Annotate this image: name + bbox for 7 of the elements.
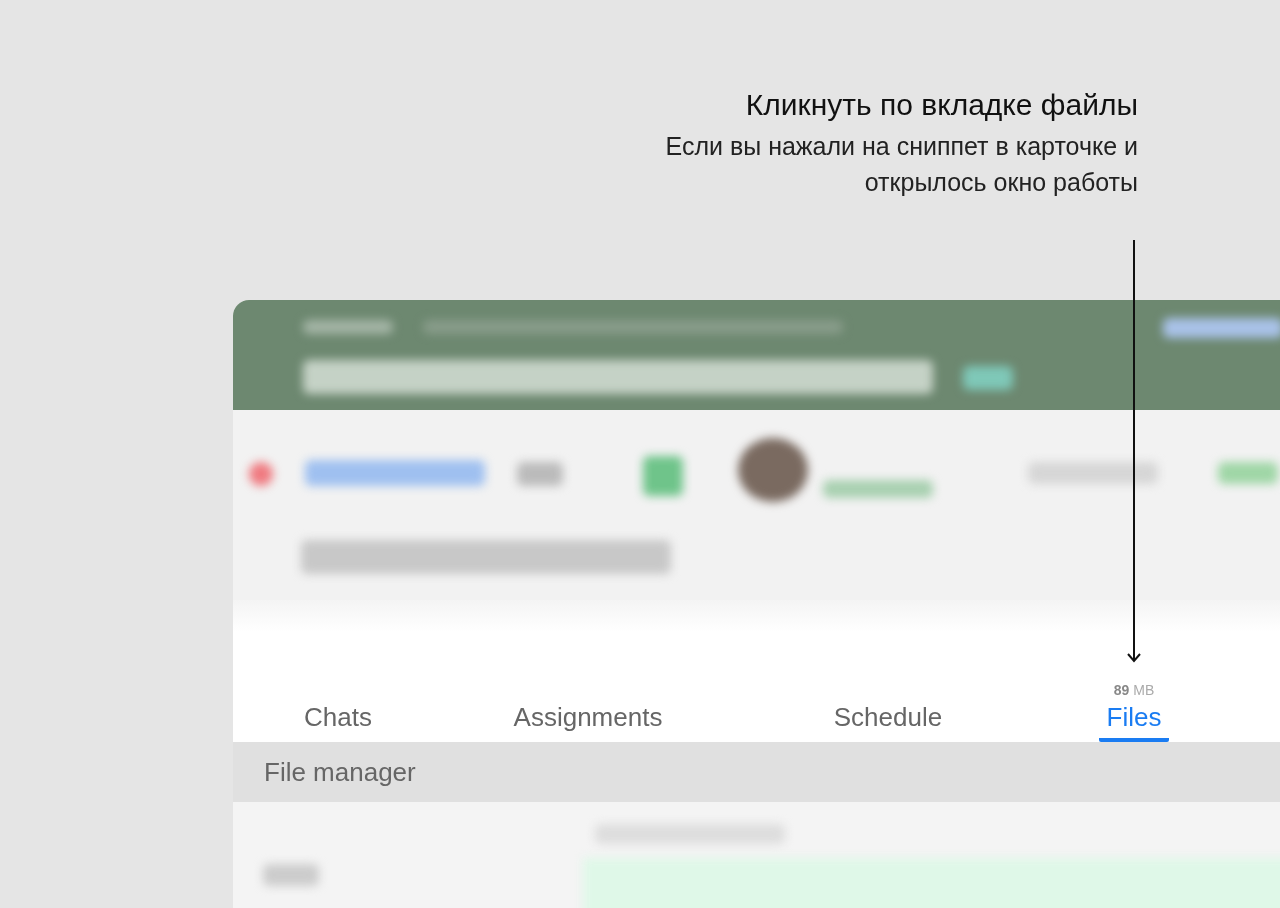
callout-text: Если вы нажали на сниппет в карточке и открылось окно работы: [664, 131, 1138, 198]
tab[interactable]: Schedule: [825, 702, 951, 742]
callout-title: Кликнуть по вкладке файлы: [745, 87, 1138, 123]
file-size-label: 89 MB: [1113, 682, 1155, 698]
section-title: File manager: [264, 756, 416, 788]
tab[interactable]: Assignments: [505, 702, 671, 742]
tab[interactable]: Chats: [296, 702, 380, 742]
